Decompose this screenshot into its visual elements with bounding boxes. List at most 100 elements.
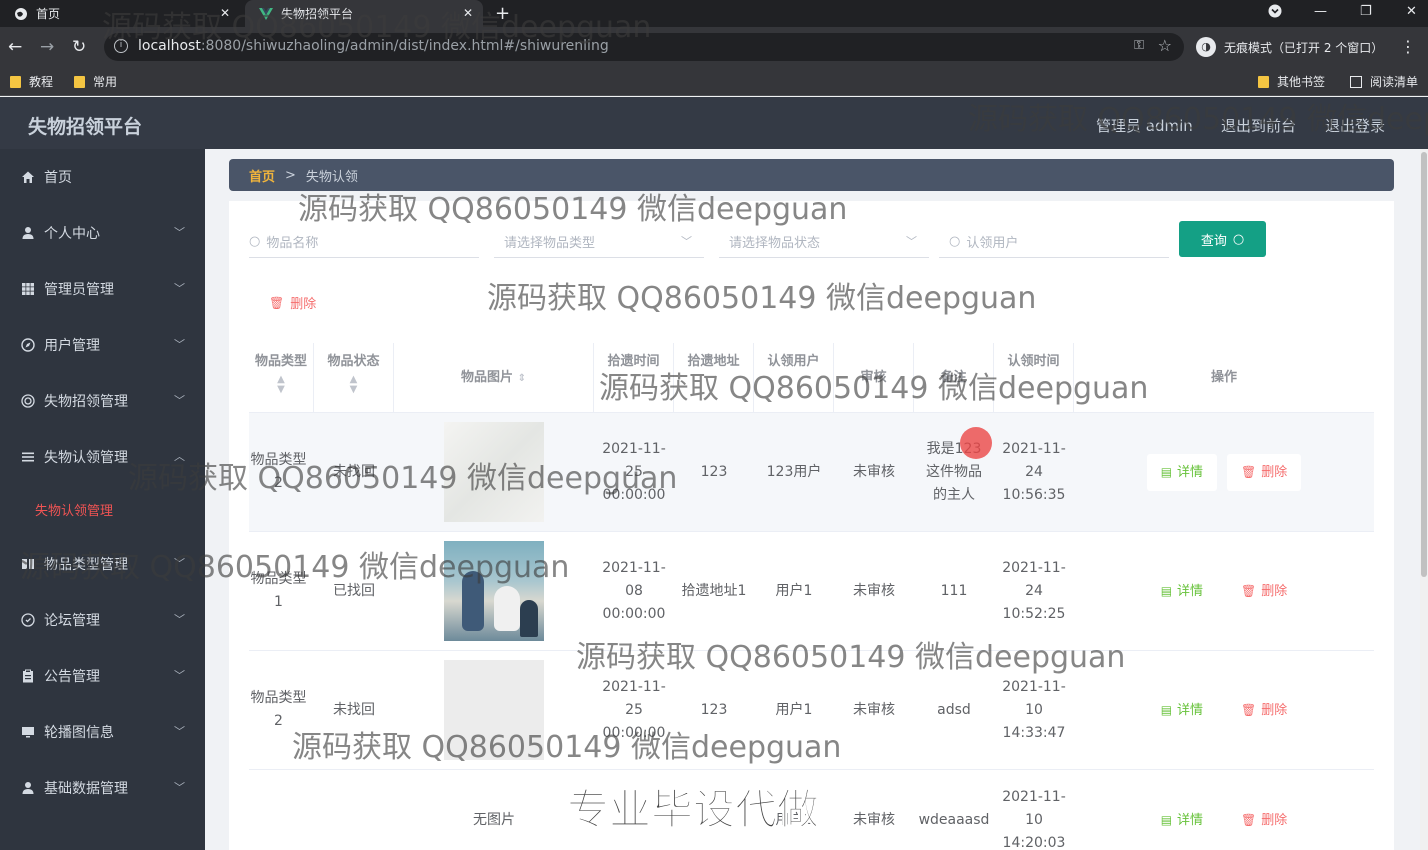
cell-item-image [394,532,594,650]
header-remark[interactable]: 备注 [914,343,994,413]
submenu-claims-manage[interactable]: 失物认领管理 [0,491,205,527]
reload-icon[interactable]: ↻ [72,37,86,57]
item-photo[interactable] [444,541,544,641]
info-icon[interactable]: i [114,39,128,53]
breadcrumb-separator: > [285,167,296,183]
browser-toolbar: ← → ↻ i localhost:8080/shiwuzhaoling/adm… [0,27,1428,67]
header-item-status[interactable]: 物品状态 ▲ ▼ [314,343,394,413]
reading-list[interactable]: 阅读清单 [1350,73,1418,90]
item-photo[interactable] [444,660,544,760]
minimize-icon[interactable]: — [1314,4,1327,19]
app-header: 失物招领平台 管理员 admin 退出到前台 退出登录 [0,97,1428,149]
chevron-down-icon: ﹀ [174,613,185,626]
chat-icon [20,612,36,628]
cell-found-time: 2021-11-25 00:00:00 [602,440,666,503]
table-row[interactable]: 物品类型2 未找回 2021-11-25 00:00:00 123 123用户 … [249,413,1374,532]
table-row[interactable]: 物品类型2 未找回 2021-11-25 00:00:00 123 用户1 未审… [249,651,1374,770]
bookmark-tutorial[interactable]: 教程 [10,73,53,90]
cursor-highlight [960,427,992,459]
sidebar-item-forum[interactable]: 论坛管理 ﹀ [0,600,205,640]
sidebar-item-item-types[interactable]: 物品类型管理 ﹀ [0,544,205,584]
search-icon: ○ [249,233,261,249]
delete-button[interactable]: 🗑 删除 [1227,691,1302,729]
sidebar-item-label: 首页 [44,170,72,186]
incognito-indicator[interactable]: ◑ 无痕模式（已打开 2 个窗口） [1196,33,1383,61]
user-icon [20,225,36,241]
detail-button[interactable]: ▤ 详情 [1146,691,1218,729]
star-icon[interactable]: ☆ [1158,36,1172,55]
key-icon[interactable]: ⚿ [1134,38,1144,53]
item-type-select[interactable]: 请选择物品类型 ﹀ [494,225,704,258]
forward-icon[interactable]: → [40,37,54,57]
item-status-select[interactable]: 请选择物品状态 ﹀ [719,225,929,258]
sidebar-item-basic-data[interactable]: 基础数据管理 ﹀ [0,768,205,808]
sidebar-item-home[interactable]: 首页 [0,157,205,197]
detail-button[interactable]: ▤ 详情 [1146,801,1218,839]
compass-icon [20,337,36,353]
sidebar-item-claims[interactable]: 失物认领管理 ︿ [0,437,205,477]
item-name-search-field[interactable]: ○ 物品名称 [249,225,479,258]
batch-delete-button[interactable]: 🗑 删除 [269,293,316,313]
cell-item-status: 已找回 [333,582,375,599]
maximize-icon[interactable]: ❐ [1360,4,1372,19]
exit-to-front-link[interactable]: 退出到前台 [1221,115,1296,136]
delete-button[interactable]: 🗑 删除 [1227,572,1302,610]
cell-item-type: 物品类型2 [250,690,307,729]
item-photo[interactable] [444,422,544,522]
cell-found-address: 拾遗地址1 [681,582,747,599]
sidebar-item-carousel[interactable]: 轮播图信息 ﹀ [0,712,205,752]
app-title: 失物招领平台 [28,116,143,138]
header-found-address[interactable]: 拾遗地址 [674,343,754,413]
incognito-icon: ◑ [1196,37,1216,57]
tab-platform[interactable]: 失物招领平台 ✕ [245,0,483,27]
sidebar-item-personal[interactable]: 个人中心 ﹀ [0,213,205,253]
window-close-icon[interactable]: ✕ [1406,4,1417,19]
query-button[interactable]: 查询 ○ [1179,221,1266,257]
detail-button[interactable]: ▤ 详情 [1146,453,1218,491]
globe-icon [14,7,28,21]
header-item-type[interactable]: 物品类型 ▲ ▼ [249,343,314,413]
cell-item-type: 物品类型1 [250,571,307,610]
claims-table: 物品类型 ▲ ▼ 物品状态 ▲ ▼ 物品图片 ⇕ 拾遗时间 拾遗地址 认领用户 审核 备… [249,343,1374,850]
sidebar-item-label: 用户管理 [44,338,100,354]
page-scrollbar[interactable] [1420,149,1428,850]
header-found-time[interactable]: 拾遗时间 [594,343,674,413]
cell-found-address: 123 [700,701,728,718]
sidebar-item-users[interactable]: 用户管理 ﹀ [0,325,205,365]
breadcrumb: 首页 > 失物认领 [229,159,1394,191]
scrollbar-thumb[interactable] [1421,152,1427,577]
header-review[interactable]: 审核 [834,343,914,413]
close-icon[interactable]: ✕ [220,6,230,20]
cell-actions: ▤ 详情 🗑 删除 [1074,651,1374,769]
new-tab-icon[interactable]: + [495,3,510,24]
bookmark-other[interactable]: 其他书签 [1258,73,1325,90]
header-item-image[interactable]: 物品图片 ⇕ [394,343,594,413]
trash-icon: 🗑 [1241,702,1257,717]
back-icon[interactable]: ← [8,37,22,57]
delete-button[interactable]: 🗑 删除 [1227,801,1302,839]
address-bar[interactable]: i localhost:8080/shiwuzhaoling/admin/dis… [104,33,1184,61]
home-icon [20,169,36,185]
bookmark-label: 其他书签 [1277,75,1326,89]
document-icon: ▤ [1160,464,1173,479]
more-menu-icon[interactable]: ⋮ [1400,37,1416,56]
tab-search-icon[interactable] [1268,4,1282,22]
sidebar-item-lost-found[interactable]: 失物招领管理 ﹀ [0,381,205,421]
header-claim-user[interactable]: 认领用户 [754,343,834,413]
logout-link[interactable]: 退出登录 [1325,115,1385,136]
claim-user-search-field[interactable]: ○ 认领用户 [939,225,1169,258]
document-icon: ▤ [1160,812,1173,827]
detail-button[interactable]: ▤ 详情 [1146,572,1218,610]
delete-button[interactable]: 🗑 删除 [1227,453,1302,491]
header-claim-time[interactable]: 认领时间 [994,343,1074,413]
tab-home[interactable]: 首页 ✕ [0,0,240,27]
table-row[interactable]: 物品类型1 已找回 2021-11-08 00:00:00 拾遗地址1 用户1 … [249,532,1374,651]
sidebar-item-admins[interactable]: 管理员管理 ﹀ [0,269,205,309]
close-icon[interactable]: ✕ [463,6,473,20]
cell-review: 未审核 [853,701,895,718]
sidebar-item-label: 物品类型管理 [44,557,128,573]
breadcrumb-home[interactable]: 首页 [249,166,275,185]
bookmark-common[interactable]: 常用 [74,73,117,90]
chevron-down-icon: ﹀ [174,282,185,295]
sidebar-item-notices[interactable]: 公告管理 ﹀ [0,656,205,696]
